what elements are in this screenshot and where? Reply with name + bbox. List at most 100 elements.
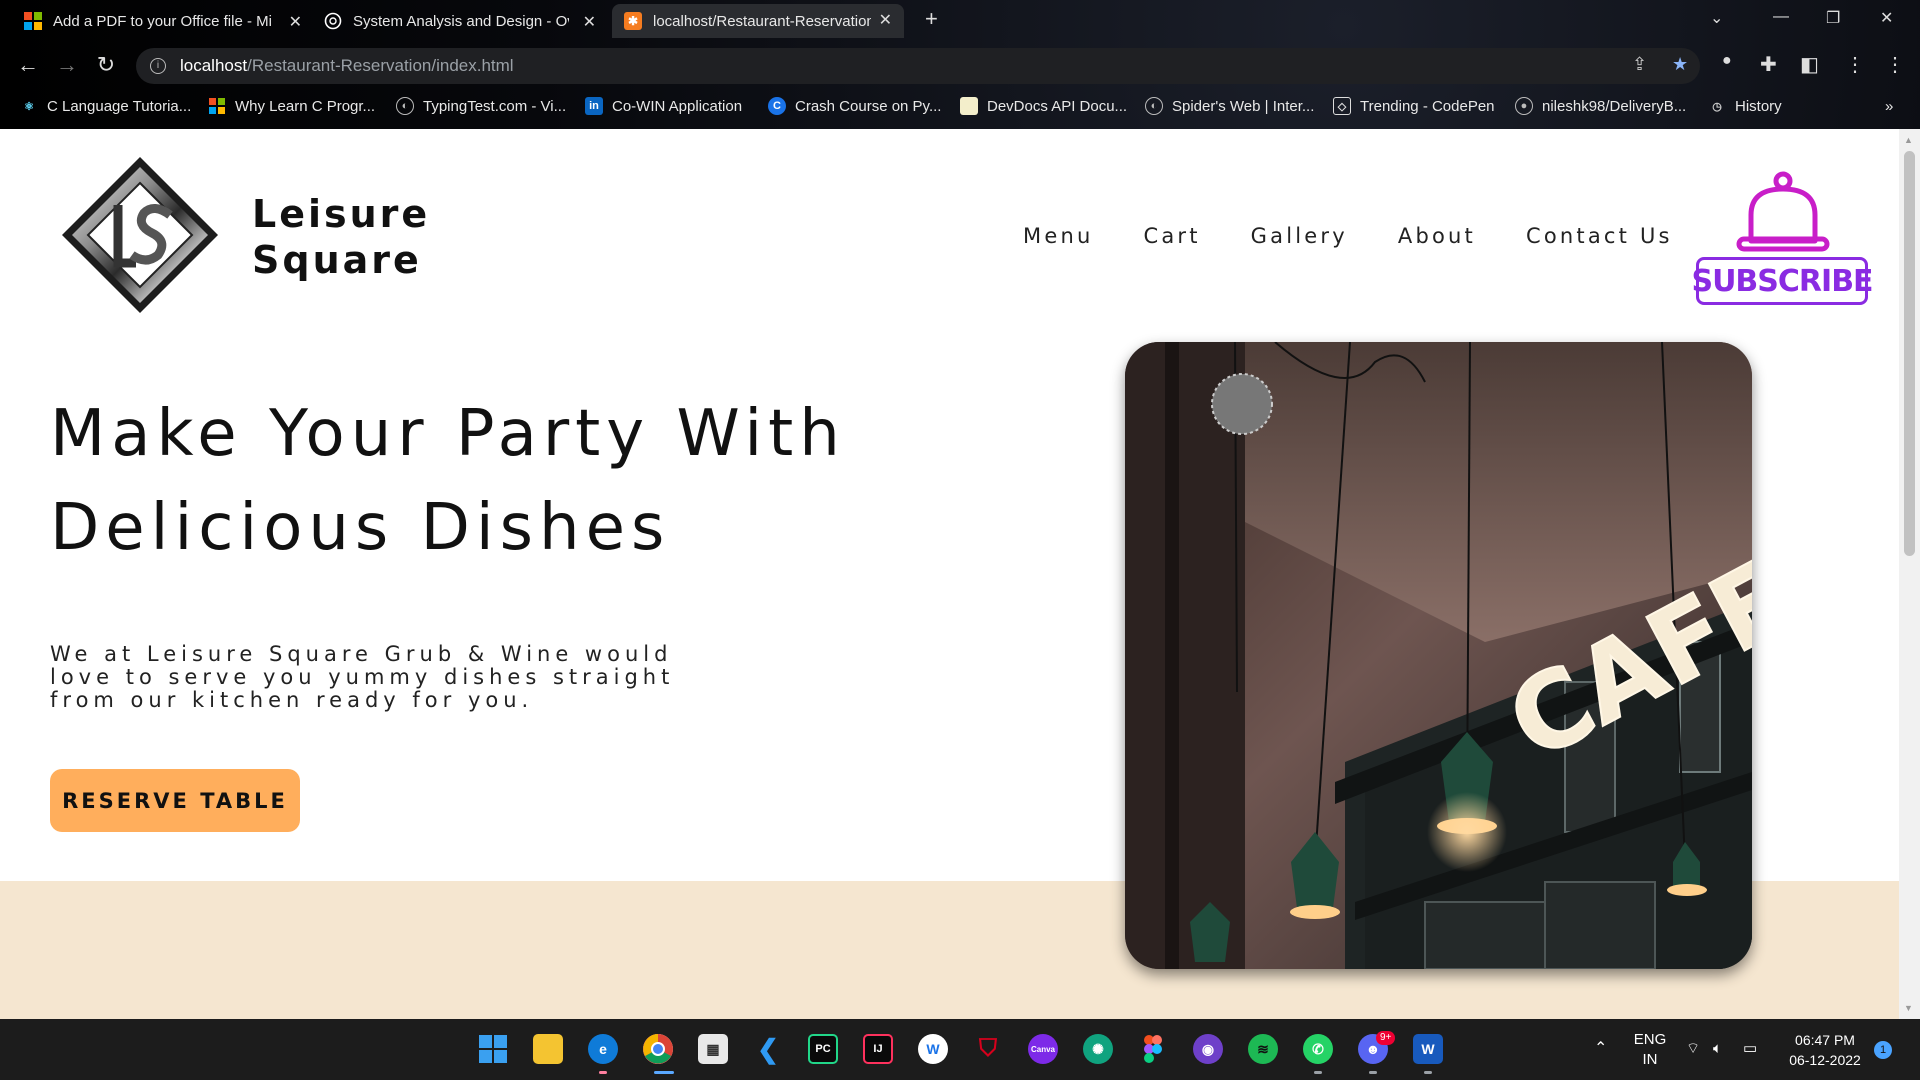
mcafee-icon[interactable]: ⛉ (973, 1034, 1003, 1064)
browser-chrome: Add a PDF to your Office file - Mi ✕ Sys… (0, 0, 1920, 129)
share-icon[interactable]: ⇪ (1632, 54, 1647, 75)
bookmark-item[interactable]: Why Learn C Progr... (208, 93, 375, 119)
scroll-thumb[interactable] (1904, 151, 1915, 556)
reload-icon[interactable]: ↻ (92, 52, 120, 78)
linkedin-icon: in (585, 97, 603, 115)
hero-title: Make Your Party With Delicious Dishes (50, 397, 846, 565)
microsoft-icon (208, 97, 226, 115)
nav-about[interactable]: About (1398, 224, 1476, 248)
xampp-icon: ✱ (624, 12, 642, 30)
tray-overflow-icon[interactable]: ⌃ (1594, 1039, 1607, 1059)
brand-name: Leisure Square (252, 192, 431, 282)
chrome-icon[interactable] (643, 1034, 673, 1064)
tab-strip: Add a PDF to your Office file - Mi ✕ Sys… (0, 0, 1920, 42)
site-info-icon[interactable]: i (150, 58, 166, 74)
address-row: ← → ↻ i localhost/Restaurant-Reservation… (0, 46, 1920, 86)
microsoft-store-icon[interactable]: ▦ (698, 1034, 728, 1064)
tab-title: localhost/Restaurant-Reservation (653, 12, 871, 30)
bookmark-item[interactable]: in Co-WIN Application (585, 93, 742, 119)
scroll-down-icon[interactable]: ▼ (1904, 1003, 1913, 1013)
menu-icon[interactable]: ⋮ (1885, 52, 1905, 77)
battery-icon[interactable]: ▭ (1743, 1039, 1757, 1059)
puzzle-extensions-icon[interactable]: ✚ (1760, 52, 1777, 77)
bookmark-item[interactable]: ⚛ C Language Tutoria... (20, 93, 191, 119)
spotify-icon[interactable]: ≋ (1248, 1034, 1278, 1064)
github-desktop-icon[interactable]: ◉ (1193, 1034, 1223, 1064)
reserve-table-button[interactable]: RESERVE TABLE (50, 769, 300, 832)
whatsapp-icon[interactable]: ✆ (1303, 1034, 1333, 1064)
notification-badge[interactable]: 1 (1874, 1041, 1892, 1059)
scroll-up-icon[interactable]: ▲ (1904, 135, 1913, 145)
extension-icon[interactable]: ● (1722, 52, 1732, 70)
bookmark-star-icon[interactable]: ★ (1672, 54, 1688, 75)
globe-icon: ◐ (1145, 97, 1163, 115)
edge-icon[interactable]: e (588, 1034, 618, 1064)
nav-menu[interactable]: Menu (1023, 224, 1093, 248)
tab-search-icon[interactable]: ⌄ (1710, 8, 1723, 28)
bookmark-item[interactable]: DevDocs API Docu... (960, 93, 1127, 119)
page-content: Leisure Square Menu Cart Gallery About C… (0, 129, 1899, 1019)
devdocs-icon (960, 97, 978, 115)
address-bar[interactable]: i localhost/Restaurant-Reservation/index… (136, 48, 1700, 84)
bookmark-item[interactable]: ◐ TypingTest.com - Vi... (396, 93, 566, 119)
tab-title: Add a PDF to your Office file - Mi (53, 12, 272, 30)
new-tab-button[interactable]: + (925, 6, 938, 32)
restore-icon[interactable]: ❐ (1826, 8, 1840, 28)
bookmark-item[interactable]: ◷ History (1708, 93, 1781, 119)
openai-icon (324, 12, 342, 30)
close-window-icon[interactable]: ✕ (1880, 8, 1893, 28)
chatgpt-icon[interactable]: ✺ (1083, 1034, 1113, 1064)
vscode-icon[interactable]: ❮ (753, 1034, 783, 1064)
microsoft-icon (24, 12, 42, 30)
close-tab-icon[interactable]: ✕ (583, 12, 596, 32)
pycharm-icon[interactable]: PC (808, 1034, 838, 1064)
bookmark-item[interactable]: ● nileshk98/DeliveryB... (1515, 93, 1686, 119)
windows-taskbar: e ▦ ❮ PC IJ W ⛉ Canva ✺ ◉ ≋ ✆ ☻ 9+ W ⌃ E… (0, 1019, 1920, 1080)
profile-icon[interactable]: ⋮ (1845, 52, 1865, 77)
page-scrollbar[interactable]: ▲ ▼ (1899, 129, 1920, 1019)
figma-icon[interactable] (1138, 1034, 1168, 1064)
subscribe-button[interactable]: SUBSCRIBE (1691, 169, 1874, 305)
clock[interactable]: 06:47 PM 06-12-2022 (1780, 1030, 1870, 1070)
tab-title: System Analysis and Design - Ov (353, 12, 569, 30)
word-running-indicator (1424, 1071, 1432, 1074)
side-panel-icon[interactable]: ◧ (1800, 52, 1819, 77)
forward-icon[interactable]: → (53, 52, 81, 78)
codepen-icon: ◇ (1333, 97, 1351, 115)
bookmarks-overflow-icon[interactable]: » (1885, 93, 1893, 119)
nav-contact-us[interactable]: Contact Us (1526, 224, 1673, 248)
main-nav: Menu Cart Gallery About Contact Us (1023, 224, 1723, 248)
discord-running-indicator (1369, 1071, 1377, 1074)
close-tab-icon[interactable]: ✕ (289, 12, 302, 32)
volume-icon[interactable]: 🔈︎ (1713, 1039, 1722, 1059)
github-icon: ● (1515, 97, 1533, 115)
bookmarks-bar: ⚛ C Language Tutoria... Why Learn C Progr… (0, 93, 1920, 121)
tab-localhost[interactable]: ✱ localhost/Restaurant-Reservation ✕ (612, 4, 904, 38)
react-icon: ⚛ (24, 100, 34, 113)
intellij-icon[interactable]: IJ (863, 1034, 893, 1064)
bookmark-item[interactable]: ◐ Spider's Web | Inter... (1145, 93, 1314, 119)
app-w-icon[interactable]: W (918, 1034, 948, 1064)
file-explorer-icon[interactable] (533, 1034, 563, 1064)
minimize-icon[interactable]: — (1773, 8, 1789, 26)
edge-running-indicator (599, 1071, 607, 1074)
nav-cart[interactable]: Cart (1143, 224, 1200, 248)
leisure-square-logo[interactable] (58, 153, 222, 317)
tab-office-pdf[interactable]: Add a PDF to your Office file - Mi ✕ (24, 6, 302, 36)
bookmark-item[interactable]: ◇ Trending - CodePen (1333, 93, 1495, 119)
close-tab-icon[interactable]: ✕ (879, 10, 892, 30)
back-icon[interactable]: ← (14, 52, 42, 78)
coursera-icon: C (768, 97, 786, 115)
canva-icon[interactable]: Canva (1028, 1034, 1058, 1064)
language-indicator[interactable]: ENG IN (1630, 1030, 1670, 1070)
url-host: localhost (180, 56, 248, 75)
bookmark-item[interactable]: C Crash Course on Py... (768, 93, 941, 119)
tab-system-analysis[interactable]: System Analysis and Design - Ov ✕ (324, 6, 596, 36)
word-icon[interactable]: W (1413, 1034, 1443, 1064)
wifi-icon[interactable]: ⌔ (1686, 1039, 1700, 1059)
discord-badge: 9+ (1376, 1031, 1396, 1045)
history-icon: ◷ (1712, 100, 1722, 113)
nav-gallery[interactable]: Gallery (1251, 224, 1348, 248)
windows-start-icon[interactable] (478, 1034, 508, 1064)
hero-description: We at Leisure Square Grub & Wine would l… (50, 642, 675, 712)
